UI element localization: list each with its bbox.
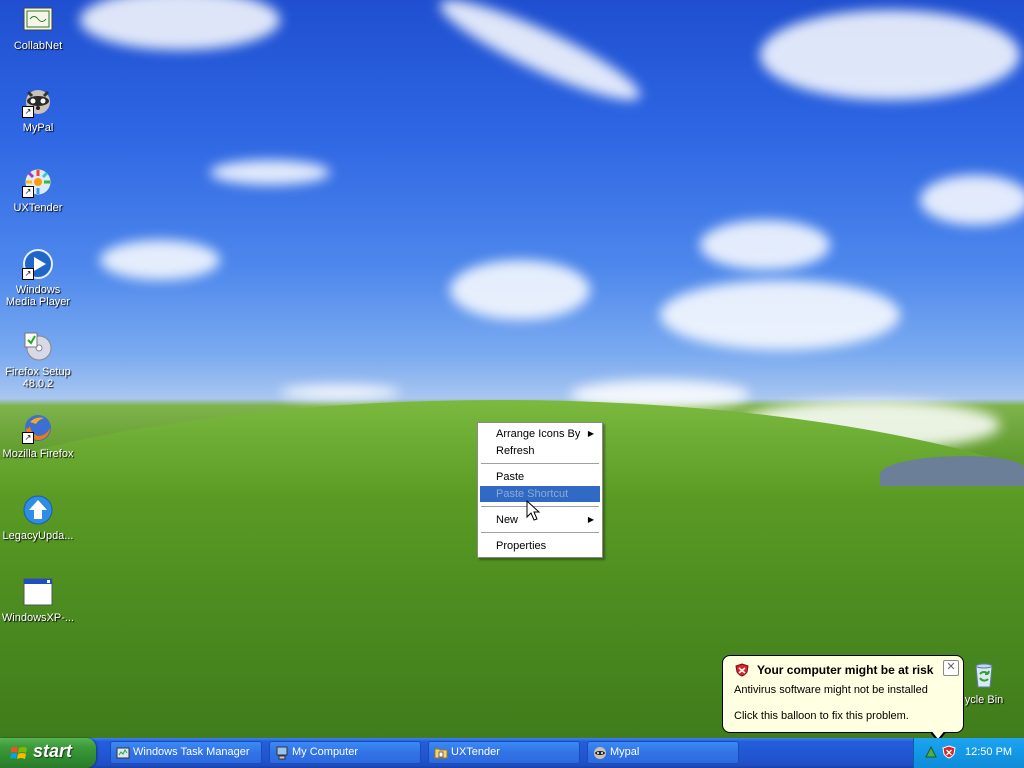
desktop-icon-label: Windows Media Player: [5, 284, 71, 308]
menu-item-label: Properties: [496, 540, 547, 552]
desktop-icon-uxtender[interactable]: ↗ UXTender: [0, 166, 76, 214]
balloon-message: Antivirus software might not be installe…: [734, 684, 928, 696]
menu-item-refresh[interactable]: Refresh: [480, 443, 600, 459]
desktop-icon-label: CollabNet: [13, 40, 63, 52]
desktop-context-menu: Arrange Icons By ▶ Refresh Paste Paste S…: [477, 422, 603, 558]
desktop-icon-label: Mozilla Firefox: [2, 448, 74, 460]
taskbar-button-label: Mypal: [610, 746, 640, 758]
security-balloon[interactable]: Your computer might be at risk Antivirus…: [722, 655, 964, 733]
desktop-icon-label: LegacyUpda...: [2, 530, 74, 542]
balloon-action-text[interactable]: Click this balloon to fix this problem.: [734, 710, 909, 722]
wallpaper-cloud: [210, 160, 330, 185]
wallpaper-cloud: [660, 280, 900, 350]
desktop-icon-label: WindowsXP-...: [1, 612, 75, 624]
desktop-icon-legacyupdate[interactable]: LegacyUpda...: [0, 494, 76, 542]
desktop-icon-firefox-setup[interactable]: Firefox Setup 48.0.2: [0, 330, 76, 390]
media-player-icon: ↗: [22, 248, 54, 280]
desktop-icon-mypal[interactable]: ↗ MyPal: [0, 86, 76, 134]
windows-logo-icon: [10, 745, 28, 761]
wallpaper-cloud: [450, 260, 590, 320]
desktop-icon-label: UXTender: [13, 202, 63, 214]
taskbar-button-mypal[interactable]: Mypal: [587, 741, 739, 764]
desktop-icon-mozilla-firefox[interactable]: ↗ Mozilla Firefox: [0, 412, 76, 460]
menu-item-paste[interactable]: Paste: [480, 469, 600, 485]
shortcut-arrow-icon: ↗: [22, 268, 34, 280]
folder-icon: [434, 746, 448, 760]
security-alert-tray-icon[interactable]: [942, 745, 956, 759]
wallpaper-cloud: [80, 0, 280, 50]
desktop-icon-label: MyPal: [22, 122, 54, 134]
certificate-icon: [22, 4, 54, 36]
menu-item-properties[interactable]: Properties: [480, 538, 600, 554]
shortcut-arrow-icon: ↗: [22, 106, 34, 118]
installer-disc-icon: [22, 330, 54, 362]
security-shield-icon: [735, 663, 749, 677]
taskbar: start Windows Task Manager My Computer U…: [0, 738, 1024, 768]
submenu-arrow-icon: ▶: [587, 429, 594, 438]
wallpaper-cloud: [431, 0, 649, 115]
wallpaper-cloud: [280, 385, 400, 400]
start-button[interactable]: start: [0, 738, 96, 768]
task-manager-icon: [116, 746, 130, 760]
menu-item-label: New: [496, 514, 519, 526]
update-arrow-icon: [22, 494, 54, 526]
menu-separator: [481, 463, 599, 464]
submenu-arrow-icon: ▶: [587, 515, 594, 524]
menu-item-label: Refresh: [496, 445, 535, 457]
my-computer-icon: [275, 746, 289, 760]
taskbar-button-label: My Computer: [292, 746, 359, 758]
balloon-close-button[interactable]: ✕: [943, 660, 959, 676]
recycle-bin-icon: [968, 658, 1000, 690]
system-tray: 12:50 PM: [913, 738, 1024, 768]
raccoon-icon: ↗: [22, 86, 54, 118]
shortcut-arrow-icon: ↗: [22, 186, 34, 198]
desktop[interactable]: CollabNet ↗ MyPal ↗ UXTender ↗ Windows M…: [0, 0, 1024, 738]
taskbar-button-my-computer[interactable]: My Computer: [269, 741, 421, 764]
desktop-icon-label: Firefox Setup 48.0.2: [5, 366, 71, 390]
wallpaper-cloud: [700, 220, 830, 270]
menu-item-arrange-icons-by[interactable]: Arrange Icons By ▶: [480, 426, 600, 442]
raccoon-icon: [593, 746, 607, 760]
taskbar-button-label: Windows Task Manager: [133, 746, 250, 758]
taskbar-button-label: UXTender: [451, 746, 500, 758]
wallpaper-cloud: [760, 10, 1020, 100]
desktop-icon-collabnet[interactable]: CollabNet: [0, 4, 76, 52]
balloon-title: Your computer might be at risk: [757, 663, 934, 677]
clock[interactable]: 12:50 PM: [965, 746, 1012, 758]
taskbar-button-uxtender[interactable]: UXTender: [428, 741, 580, 764]
menu-item-label: Paste Shortcut: [496, 488, 569, 500]
uxtender-icon: ↗: [22, 166, 54, 198]
mouse-pointer-icon: [526, 499, 542, 522]
desktop-icon-windowsxp[interactable]: WindowsXP-...: [0, 576, 76, 624]
shortcut-arrow-icon: ↗: [22, 432, 34, 444]
firefox-icon: ↗: [22, 412, 54, 444]
menu-item-label: Paste: [496, 471, 525, 483]
menu-item-label: Arrange Icons By: [496, 428, 581, 440]
wallpaper-cloud: [920, 175, 1024, 225]
desktop-icon-windows-media-player[interactable]: ↗ Windows Media Player: [0, 248, 76, 308]
menu-separator: [481, 532, 599, 533]
taskbar-button-windows-task-manager[interactable]: Windows Task Manager: [110, 741, 262, 764]
start-label: start: [33, 741, 73, 761]
wallpaper-cloud: [100, 240, 220, 280]
window-icon: [22, 576, 54, 608]
network-tray-icon[interactable]: [924, 745, 938, 759]
